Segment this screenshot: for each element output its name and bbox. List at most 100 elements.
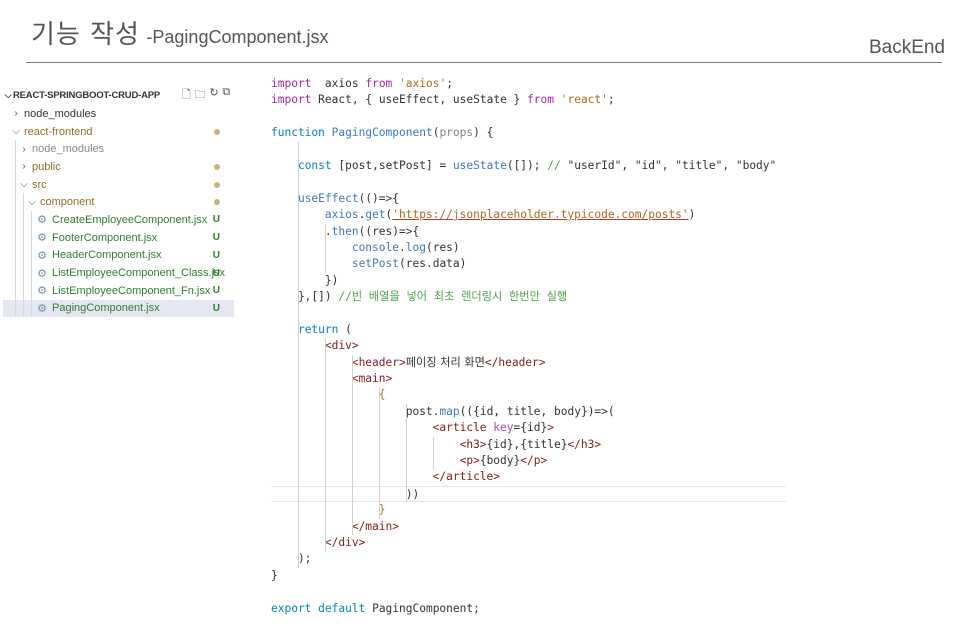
tree-file[interactable]: ⚙ PagingComponent.jsx U [3,299,234,318]
tree-folder[interactable]: ⌵ component [3,193,234,212]
indent-guide [15,158,16,176]
code-token: 'https://jsonplaceholder.typicode.com/po… [392,208,689,222]
code-line: import axios from 'axios'; [271,76,786,92]
code-token: ([]); [506,158,548,172]
chevron-right-icon[interactable]: › [19,144,29,155]
code-token: res [372,224,393,238]
code-token: 'axios' [399,77,447,90]
code-token: setPost [351,257,399,271]
chevron-down-icon[interactable]: ⌵ [11,126,21,137]
project-name: REACT-SPRINGBOOT-CRUD-APP [13,90,161,101]
code-token: , [372,158,379,172]
tree-file[interactable]: ⚙ HeaderComponent.jsx U [3,246,234,265]
chevron-down-icon[interactable]: ⌵ [3,90,13,101]
code-token: </div> [324,535,366,549]
tree-file[interactable]: ⚙ CreateEmployeeComponent.jsx U [3,211,234,229]
code-line: } [271,502,786,518]
code-token: } [271,568,278,582]
indent-guide [378,387,380,519]
code-token: body [486,453,514,467]
code-token: title [506,404,541,418]
tree-item-label: ListEmployeeComponent_Fn.jsx [52,284,211,297]
code-token: </main> [351,519,399,533]
chevron-down-icon[interactable]: ⌵ [27,197,37,208]
code-token: ={ [513,421,527,435]
tree-file[interactable]: ⚙ ListEmployeeComponent_Class.jsx U [3,264,234,282]
chevron-right-icon[interactable]: › [11,108,21,119]
code-token: ) [688,208,696,222]
code-line: </main> [271,519,786,535]
explorer-header[interactable]: ⌵ REACT-SPRINGBOOT-CRUD-APP 🗋 🗀 ↻ ⧉ [3,86,234,105]
code-line: export default PagingComponent; [271,601,786,617]
code-line: post.map(({id, title, body})=>( [271,404,786,420]
code-token: <h3> [459,437,487,451]
code-token: PagingComponent [372,601,474,615]
code-token: key [493,421,514,435]
indent-guide [297,207,299,290]
tree-folder[interactable]: › node_modules [3,105,234,123]
modified-dot-icon [214,163,220,170]
tree-item-label: src [32,178,47,191]
code-line: <header>페이징 처리 화면</header> [271,355,786,371]
tree-folder[interactable]: › public [3,158,234,176]
code-token: ; [446,77,453,90]
code-line: useEffect(()=>{ [271,191,786,207]
file-tree: › node_modules ⌵ react-frontend › node_module… [3,105,234,318]
code-line: } [271,568,786,584]
tree-folder[interactable]: › node_modules [3,140,234,159]
code-token: useState [452,93,507,107]
git-status-badge: U [212,302,220,314]
code-editor[interactable]: import axios from 'axios'; import React, … [271,76,786,617]
tree-folder[interactable]: ⌵ src [3,175,234,194]
code-token: (( [358,224,373,238]
code-token: from [527,93,554,107]
code-token: { [479,453,487,467]
slide-category: BackEnd [868,37,945,58]
code-token: React [318,93,352,107]
code-token: }) [271,273,339,287]
indent-guide [31,299,32,318]
code-token: ); [271,552,312,566]
tree-file[interactable]: ⚙ FooterComponent.jsx U [3,228,234,247]
git-status-badge: U [212,232,220,244]
code-token: title [527,437,561,451]
indent-guide [15,281,16,300]
react-file-icon: ⚙ [37,302,47,315]
refresh-icon[interactable]: ↻ [209,86,218,105]
modified-dot-icon [214,199,220,206]
code-token: <p> [459,453,480,467]
tree-file[interactable]: ⚙ ListEmployeeComponent_Fn.jsx U [3,281,234,300]
tree-item-label: ListEmployeeComponent_Class.jsx [52,267,226,280]
code-token: id [493,437,507,451]
code-token: <div> [324,339,359,353]
code-token: id [479,404,494,418]
tree-item-label: CreateEmployeeComponent.jsx [52,213,208,226]
code-token: </p> [520,453,548,467]
chevron-right-icon[interactable]: › [19,161,29,172]
chevron-down-icon[interactable]: ⌵ [19,179,29,190]
indent-guide [23,299,24,318]
code-token: axios [324,77,359,90]
git-status-badge: U [212,249,220,261]
code-token: post [405,404,433,418]
code-token: )) [271,487,420,501]
code-line: return ( [271,322,786,338]
tree-item-label: HeaderComponent.jsx [52,249,162,262]
react-file-icon: ⚙ [37,214,47,227]
code-token: axios [324,208,359,222]
code-token: useEffect [378,93,440,107]
new-file-icon[interactable]: 🗋 [182,86,191,105]
collapse-all-icon[interactable]: ⧉ [222,86,230,105]
code-token: get [365,208,386,222]
title-divider [26,62,942,63]
new-folder-icon[interactable]: 🗀 [195,86,206,105]
tree-folder[interactable]: ⌵ react-frontend [3,123,234,141]
code-token: data [432,257,460,271]
